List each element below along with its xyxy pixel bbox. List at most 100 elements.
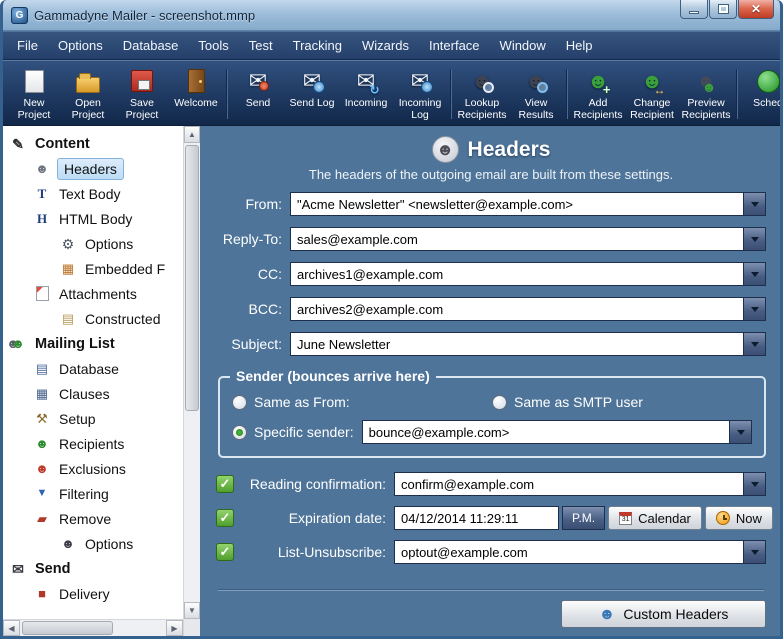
toolbar-label: Sched [753,97,780,109]
toolbar-welcome[interactable]: Welcome [169,63,223,125]
toolbar-schedule[interactable]: Sched [741,63,780,125]
menu-tools[interactable]: Tools [188,33,238,58]
toolbar-incoming[interactable]: Incoming [339,63,393,125]
sidebar-item-label: Remove [57,509,113,529]
sidebar-item-embedded-files[interactable]: Embedded F [3,256,183,281]
scroll-right-button[interactable]: ▶ [166,620,183,636]
sidebar-item-html-body[interactable]: HTML Body [3,206,183,231]
schedule-icon [755,67,781,95]
expiration-date-checkbox[interactable]: ✓ [216,509,234,527]
sidebar-item-clauses[interactable]: Clauses [3,381,183,406]
vertical-scroll-track[interactable] [184,143,200,602]
now-button[interactable]: Now [705,506,773,530]
specific-sender-combo[interactable]: bounce@example.com> [362,420,752,444]
scroll-left-button[interactable]: ◀ [3,620,20,636]
toolbar-incoming-log[interactable]: Incoming Log [393,63,447,125]
reading-confirmation-combo[interactable]: confirm@example.com [394,472,766,496]
scroll-down-button[interactable]: ▼ [184,602,200,619]
sidebar-item-mailing-list[interactable]: Mailing List [3,331,183,356]
sidebar-item-filtering[interactable]: Filtering [3,481,183,506]
sidebar-item-send[interactable]: Send [3,556,183,581]
list-unsubscribe-label: List-Unsubscribe: [238,544,386,560]
sender-groupbox: Sender (bounces arrive here) Same as Fro… [218,376,766,458]
list-unsubscribe-combo[interactable]: optout@example.com [394,540,766,564]
toolbar-send[interactable]: Send [231,63,285,125]
toolbar-preview-recipients[interactable]: Preview Recipients [679,63,733,125]
change-recipient-icon [639,67,666,95]
chevron-down-icon [751,272,759,277]
vertical-scroll-thumb[interactable] [185,145,199,411]
toolbar-change-recipient[interactable]: Change Recipient [625,63,679,125]
menu-file[interactable]: File [7,33,48,58]
app-window: G Gammadyne Mailer - screenshot.mmp ✕ Fi… [0,0,783,639]
sidebar-item-exclusions[interactable]: Exclusions [3,456,183,481]
menu-options[interactable]: Options [48,33,113,58]
menu-database[interactable]: Database [113,33,189,58]
calendar-button[interactable]: 31 Calendar [608,506,702,530]
sidebar: Content Headers Text Body HTML Body Opti… [3,126,183,636]
list-unsubscribe-checkbox[interactable]: ✓ [216,543,234,561]
bcc-value: archives2@example.com [291,298,743,320]
radio-specific-sender[interactable]: Specific sender: [232,424,354,440]
maximize-button[interactable] [709,0,737,19]
sidebar-item-recipients[interactable]: Recipients [3,431,183,456]
custom-headers-button[interactable]: Custom Headers [561,600,766,628]
sidebar-item-setup[interactable]: Setup [3,406,183,431]
toolbar-open-project[interactable]: Open Project [61,63,115,125]
list-unsubscribe-dropdown-button[interactable] [743,541,765,563]
sidebar-item-remove[interactable]: Remove [3,506,183,531]
toolbar-label: Change Recipient [625,97,679,121]
sidebar-item-headers[interactable]: Headers [3,156,183,181]
toolbar-separator [450,69,452,119]
from-dropdown-button[interactable] [743,193,765,215]
toolbar-view-results[interactable]: View Results [509,63,563,125]
subject-combo[interactable]: June Newsletter [290,332,766,356]
reading-confirmation-value: confirm@example.com [395,473,743,495]
menu-help[interactable]: Help [556,33,603,58]
sidebar-item-attachments[interactable]: Attachments [3,281,183,306]
toolbar-lookup-recipients[interactable]: Lookup Recipients [455,63,509,125]
menu-interface[interactable]: Interface [419,33,490,58]
sidebar-item-html-options[interactable]: Options [3,231,183,256]
now-button-label: Now [736,511,762,526]
sidebar-item-content[interactable]: Content [3,131,183,156]
bcc-combo[interactable]: archives2@example.com [290,297,766,321]
from-combo[interactable]: "Acme Newsletter" <newsletter@example.co… [290,192,766,216]
sidebar-item-remove-options[interactable]: Options [3,531,183,556]
cc-combo[interactable]: archives1@example.com [290,262,766,286]
close-icon: ✕ [751,3,761,15]
sidebar-item-label: Setup [57,409,98,429]
horizontal-scroll-thumb[interactable] [22,621,113,635]
sidebar-item-text-body[interactable]: Text Body [3,181,183,206]
title-bar: G Gammadyne Mailer - screenshot.mmp ✕ [3,0,780,31]
cc-dropdown-button[interactable] [743,263,765,285]
reading-confirmation-dropdown-button[interactable] [743,473,765,495]
toolbar-save-project[interactable]: Save Project [115,63,169,125]
sidebar-item-database[interactable]: Database [3,356,183,381]
scrollbar-corner [184,619,200,636]
menu-tracking[interactable]: Tracking [283,33,352,58]
reading-confirmation-checkbox[interactable]: ✓ [216,475,234,493]
expiration-date-label: Expiration date: [238,510,386,526]
toolbar-new-project[interactable]: New Project [7,63,61,125]
toolbar-add-recipients[interactable]: Add Recipients [571,63,625,125]
scroll-up-button[interactable]: ▲ [184,126,200,143]
radio-same-as-smtp-user[interactable]: Same as SMTP user [492,394,643,410]
menu-test[interactable]: Test [239,33,283,58]
reply-to-dropdown-button[interactable] [743,228,765,250]
specific-sender-dropdown-button[interactable] [729,421,751,443]
toolbar-send-log[interactable]: Send Log [285,63,339,125]
menu-window[interactable]: Window [490,33,556,58]
horizontal-scroll-track[interactable] [20,620,166,636]
minimize-button[interactable] [680,0,708,19]
close-button[interactable]: ✕ [738,0,774,19]
menu-wizards[interactable]: Wizards [352,33,419,58]
subject-dropdown-button[interactable] [743,333,765,355]
pm-button[interactable]: P.M. [562,506,605,530]
bcc-dropdown-button[interactable] [743,298,765,320]
sidebar-item-constructed[interactable]: Constructed [3,306,183,331]
radio-same-as-from[interactable]: Same as From: [232,394,492,410]
sidebar-item-delivery[interactable]: Delivery [3,581,183,606]
reply-to-combo[interactable]: sales@example.com [290,227,766,251]
expiration-date-input[interactable] [394,506,559,530]
